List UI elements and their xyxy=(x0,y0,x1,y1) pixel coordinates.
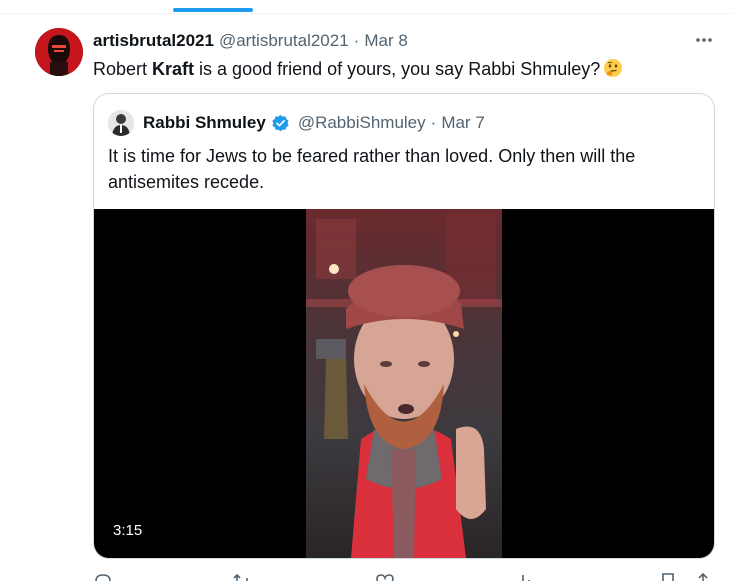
tweet-date[interactable]: Mar 8 xyxy=(364,31,407,51)
display-name[interactable]: artisbrutal2021 xyxy=(93,31,214,51)
tweet-text-bold: Kraft xyxy=(152,59,195,79)
active-tab-indicator xyxy=(173,8,253,12)
views-button[interactable] xyxy=(513,572,533,581)
action-bar xyxy=(93,572,715,581)
quote-date[interactable]: Mar 7 xyxy=(441,113,484,133)
video-duration: 3:15 xyxy=(113,522,143,539)
bookmark-button[interactable] xyxy=(658,572,678,581)
reply-icon xyxy=(95,574,111,581)
video-thumbnail xyxy=(306,209,502,558)
share-button[interactable] xyxy=(693,572,713,581)
share-icon xyxy=(698,572,708,581)
quote-user-handle[interactable]: @RabbiShmuley xyxy=(298,113,426,133)
quote-text: It is time for Jews to be feared rather … xyxy=(108,146,636,192)
retweet-icon xyxy=(233,573,248,581)
tweet-text-part: is a good friend of yours, you say Rabbi… xyxy=(194,59,601,79)
more-button[interactable] xyxy=(688,28,720,52)
thinking-face-emoji xyxy=(603,58,623,84)
verified-badge-icon xyxy=(271,114,290,133)
divider xyxy=(0,13,733,14)
separator: · xyxy=(353,31,360,50)
retweet-button[interactable] xyxy=(232,572,252,581)
tweet-text-part: Robert xyxy=(93,59,153,79)
quote-header: Rabbi Shmuley @RabbiShmuley · Mar 7 xyxy=(108,110,485,136)
video-player[interactable]: 3:15 xyxy=(94,209,714,558)
quote-display-name[interactable]: Rabbi Shmuley xyxy=(143,113,266,133)
tweet-text: Robert Kraft is a good friend of yours, … xyxy=(93,57,623,84)
separator: · xyxy=(430,113,437,132)
more-icon xyxy=(696,38,712,42)
like-icon xyxy=(376,574,394,581)
quote-avatar[interactable] xyxy=(108,110,134,136)
views-icon xyxy=(522,575,530,581)
like-button[interactable] xyxy=(375,572,395,581)
quoted-tweet[interactable]: Rabbi Shmuley @RabbiShmuley · Mar 7 It i… xyxy=(93,93,715,559)
avatar[interactable] xyxy=(35,28,83,76)
tweet-header: artisbrutal2021 @artisbrutal2021 · Mar 8 xyxy=(93,29,408,53)
reply-button[interactable] xyxy=(93,572,113,581)
user-handle[interactable]: @artisbrutal2021 xyxy=(219,31,349,51)
bookmark-icon xyxy=(662,573,674,581)
